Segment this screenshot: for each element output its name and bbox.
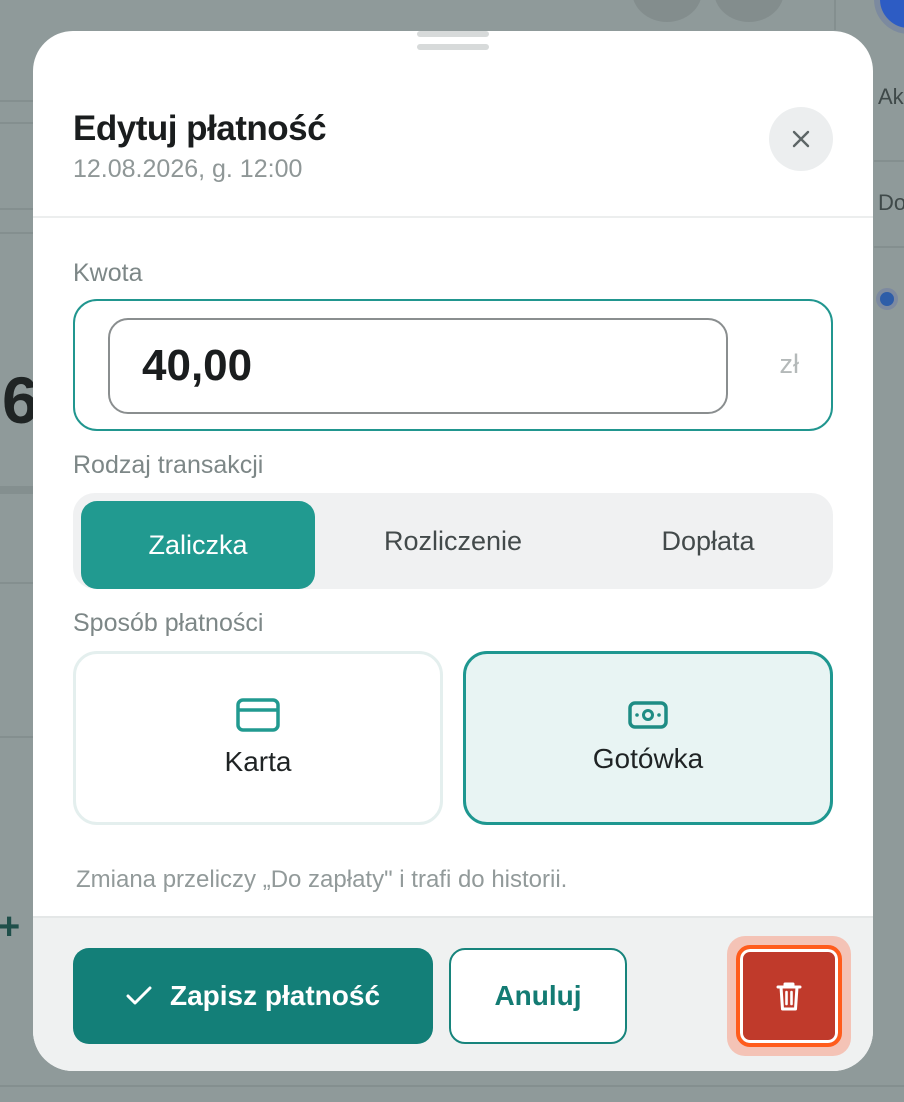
modal-title: Edytuj płatność bbox=[73, 109, 327, 148]
drag-handle[interactable] bbox=[417, 44, 489, 50]
currency-label: zł bbox=[779, 349, 800, 379]
edit-payment-modal: Edytuj płatność 12.08.2026, g. 12:00 Kwo… bbox=[33, 31, 873, 1071]
payment-method-label-gotowka: Gotówka bbox=[592, 743, 704, 774]
transaction-type-doplata[interactable]: Dopłata bbox=[591, 497, 825, 585]
bg-vertical-divider bbox=[834, 0, 836, 30]
save-payment-button[interactable]: Zapisz płatność bbox=[73, 948, 433, 1044]
header-divider bbox=[33, 216, 873, 218]
bg-divider bbox=[874, 246, 904, 248]
bg-avatar bbox=[714, 0, 784, 22]
bg-profile-avatar bbox=[874, 0, 904, 34]
modal-subtitle: 12.08.2026, g. 12:00 bbox=[73, 155, 303, 183]
drag-handle[interactable] bbox=[417, 31, 489, 37]
transaction-type-selector: Zaliczka Rozliczenie Dopłata bbox=[73, 493, 833, 589]
save-button-label: Zapisz płatność bbox=[169, 980, 381, 1011]
transaction-type-rozliczenie[interactable]: Rozliczenie bbox=[336, 497, 570, 585]
amount-field-container: zł bbox=[73, 299, 833, 431]
bg-row-label: Do bbox=[878, 190, 904, 215]
bg-divider bbox=[0, 1085, 904, 1087]
payment-method-gotowka[interactable]: Gotówka bbox=[463, 651, 833, 825]
transaction-type-zaliczka[interactable]: Zaliczka bbox=[81, 501, 315, 589]
cancel-button[interactable]: Anuluj bbox=[449, 948, 627, 1044]
bg-tab-label: Ak bbox=[878, 84, 904, 109]
plus-icon: + bbox=[0, 906, 21, 948]
delete-button-focus-ring bbox=[727, 936, 851, 1056]
bg-divider bbox=[874, 160, 904, 162]
delete-payment-button[interactable] bbox=[736, 945, 842, 1047]
credit-card-icon bbox=[236, 698, 280, 732]
amount-label: Kwota bbox=[73, 259, 143, 287]
cash-icon bbox=[628, 701, 668, 729]
check-icon bbox=[126, 986, 152, 1005]
info-note: Zmiana przeliczy „Do zapłaty" i trafi do… bbox=[76, 866, 568, 893]
close-button[interactable] bbox=[769, 107, 833, 171]
bg-avatar bbox=[632, 0, 702, 22]
modal-footer: Zapisz płatność Anuluj bbox=[33, 916, 873, 1071]
trash-icon bbox=[776, 982, 802, 1011]
amount-input[interactable] bbox=[108, 318, 728, 414]
payment-method-label-karta: Karta bbox=[224, 746, 292, 777]
bg-status-dot bbox=[876, 288, 898, 310]
payment-method-karta[interactable]: Karta bbox=[73, 651, 443, 825]
transaction-type-label: Rodzaj transakcji bbox=[73, 451, 264, 479]
close-icon bbox=[792, 130, 810, 148]
payment-method-label: Sposób płatności bbox=[73, 609, 264, 637]
